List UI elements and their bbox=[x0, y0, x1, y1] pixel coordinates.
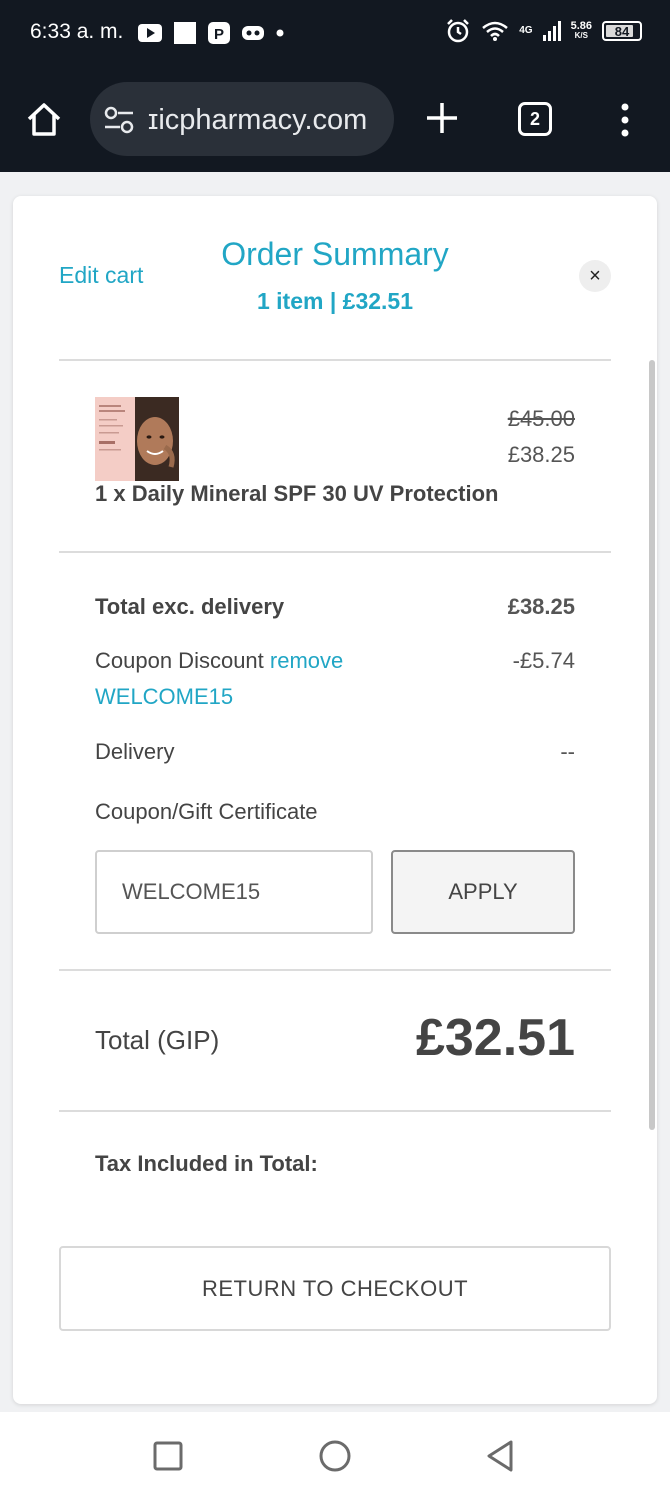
site-settings-icon[interactable] bbox=[104, 106, 134, 134]
total-label: Total (GIP) bbox=[95, 1025, 220, 1055]
order-summary-title: Order Summary bbox=[221, 236, 449, 272]
tab-switcher-button[interactable]: 2 bbox=[518, 102, 552, 136]
tax-included-label: Tax Included in Total: bbox=[95, 1151, 318, 1176]
coupon-discount-label: Coupon Discount bbox=[95, 648, 264, 673]
data-speed: 5.86 K/S bbox=[571, 21, 592, 41]
address-bar[interactable]: ɪicpharmacy.com bbox=[90, 82, 394, 156]
scrollbar[interactable] bbox=[649, 360, 655, 1130]
p-icon: P bbox=[208, 22, 230, 44]
total-value: £32.51 bbox=[415, 1009, 575, 1067]
battery-level: 84 bbox=[614, 23, 630, 39]
order-summary-panel: Edit cart Order Summary 1 item | £32.51 … bbox=[13, 196, 657, 1404]
notification-icons: P bbox=[138, 22, 284, 44]
system-nav-bar bbox=[0, 1412, 670, 1500]
delivery-label: Delivery bbox=[95, 739, 175, 764]
original-price: £45.00 bbox=[507, 406, 575, 431]
divider bbox=[59, 969, 611, 971]
square-icon bbox=[174, 22, 196, 44]
total-exc-delivery-label: Total exc. delivery bbox=[95, 594, 285, 619]
divider bbox=[59, 1110, 611, 1112]
delivery-value: -- bbox=[560, 739, 575, 764]
wifi-icon bbox=[482, 21, 509, 41]
total-exc-delivery-value: £38.25 bbox=[507, 594, 575, 619]
system-icons: 4G 5.86 K/S 84 bbox=[445, 18, 642, 44]
coupon-input[interactable]: WELCOME15 bbox=[95, 850, 373, 934]
apply-button[interactable]: APPLY bbox=[391, 850, 575, 934]
url-text: ɪicpharmacy.com bbox=[148, 104, 368, 136]
coupon-discount-value: -£5.74 bbox=[512, 648, 575, 673]
home-icon[interactable] bbox=[24, 100, 64, 140]
divider bbox=[59, 551, 611, 553]
back-icon[interactable] bbox=[483, 1438, 519, 1474]
alarm-icon bbox=[447, 19, 470, 43]
recents-icon[interactable] bbox=[150, 1438, 186, 1474]
dot-icon bbox=[276, 29, 284, 37]
divider bbox=[59, 359, 611, 361]
status-bar: 6:33 a. m. P 4G 5.86 K/S 84 bbox=[0, 0, 670, 68]
signal-icon bbox=[542, 21, 561, 41]
return-to-checkout-button[interactable]: RETURN TO CHECKOUT bbox=[59, 1246, 611, 1331]
plus-icon[interactable] bbox=[424, 100, 460, 136]
home-circle-icon[interactable] bbox=[317, 1438, 353, 1474]
battery-icon: 84 bbox=[602, 21, 642, 41]
youtube-icon bbox=[138, 24, 162, 42]
applied-coupon-code: WELCOME15 bbox=[95, 684, 234, 709]
remove-coupon-link[interactable]: remove bbox=[270, 648, 343, 673]
sale-price: £38.25 bbox=[507, 442, 575, 467]
coupon-discount-row: Coupon Discount remove bbox=[95, 648, 343, 674]
infinity-icon bbox=[242, 26, 264, 40]
order-summary-subtitle: 1 item | £32.51 bbox=[256, 288, 414, 314]
close-button[interactable]: × bbox=[579, 260, 611, 292]
browser-toolbar: ɪicpharmacy.com 2 bbox=[0, 68, 670, 172]
network-type: 4G bbox=[519, 25, 533, 36]
coupon-gift-label: Coupon/Gift Certificate bbox=[95, 799, 318, 824]
speed-value: 5.86 bbox=[570, 20, 592, 32]
svg-text:P: P bbox=[214, 26, 224, 43]
product-image[interactable] bbox=[95, 397, 179, 481]
more-vert-icon[interactable] bbox=[614, 102, 636, 138]
product-name: 1 x Daily Mineral SPF 30 UV Protection bbox=[95, 481, 499, 506]
status-time: 6:33 a. m. bbox=[30, 20, 124, 43]
speed-unit: K/S bbox=[574, 31, 588, 40]
